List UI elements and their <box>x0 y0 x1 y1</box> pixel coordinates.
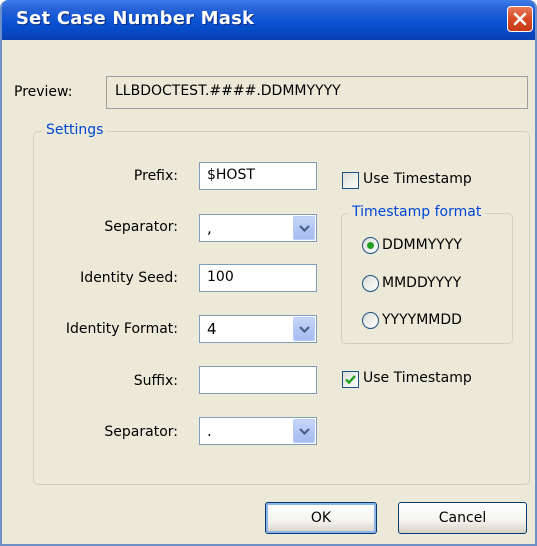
separator-2-select[interactable]: . <box>199 417 317 445</box>
radio-selected-dot <box>367 242 374 249</box>
chevron-down-icon <box>299 428 310 435</box>
suffix-input[interactable] <box>199 366 317 394</box>
close-icon <box>513 12 527 26</box>
radio-yyyymmdd[interactable] <box>362 312 379 329</box>
identity-format-select[interactable]: 4 <box>199 315 317 343</box>
identity-seed-input[interactable]: 100 <box>199 264 317 292</box>
suffix-label: Suffix: <box>133 373 178 389</box>
checkmark-icon <box>345 375 356 385</box>
radio-mmddyyyy[interactable] <box>362 275 379 292</box>
window-title: Set Case Number Mask <box>16 8 255 29</box>
separator-dropdown-button[interactable] <box>293 216 315 240</box>
suffix-use-timestamp-checkbox[interactable] <box>342 371 359 388</box>
radio-mmddyyyy-label[interactable]: MMDDYYYY <box>382 275 461 291</box>
prefix-label: Prefix: <box>133 168 178 184</box>
separator-select[interactable]: , <box>199 214 317 242</box>
prefix-use-timestamp-label[interactable]: Use Timestamp <box>363 171 472 187</box>
preview-field: LLBDOCTEST.####.DDMMYYYY <box>106 76 528 109</box>
timestamp-format-title: Timestamp format <box>348 204 486 220</box>
separator-2-label: Separator: <box>104 424 178 440</box>
identity-seed-label: Identity Seed: <box>80 270 178 286</box>
cancel-button[interactable]: Cancel <box>398 502 527 534</box>
separator-2-dropdown-button[interactable] <box>293 419 315 443</box>
identity-format-label: Identity Format: <box>65 321 178 337</box>
settings-group-title: Settings <box>42 122 108 138</box>
radio-ddmmyyyy[interactable] <box>362 237 379 254</box>
identity-format-dropdown-button[interactable] <box>293 317 315 341</box>
chevron-down-icon <box>299 225 310 232</box>
prefix-input[interactable]: $HOST <box>199 162 317 190</box>
preview-label: Preview: <box>14 84 73 100</box>
separator-value: , <box>207 219 212 237</box>
identity-format-value: 4 <box>207 320 217 338</box>
chevron-down-icon <box>299 326 310 333</box>
radio-ddmmyyyy-label[interactable]: DDMMYYYY <box>382 237 462 253</box>
close-button[interactable] <box>507 6 533 32</box>
suffix-use-timestamp-label[interactable]: Use Timestamp <box>363 370 472 386</box>
radio-yyyymmdd-label[interactable]: YYYYMMDD <box>382 312 462 328</box>
dialog-window: Set Case Number Mask Preview: LLBDOCTEST… <box>0 0 537 546</box>
prefix-use-timestamp-checkbox[interactable] <box>342 172 359 189</box>
title-bar[interactable]: Set Case Number Mask <box>2 0 535 40</box>
ok-button[interactable]: OK <box>265 502 377 534</box>
separator-2-value: . <box>207 422 212 440</box>
separator-label: Separator: <box>104 219 178 235</box>
